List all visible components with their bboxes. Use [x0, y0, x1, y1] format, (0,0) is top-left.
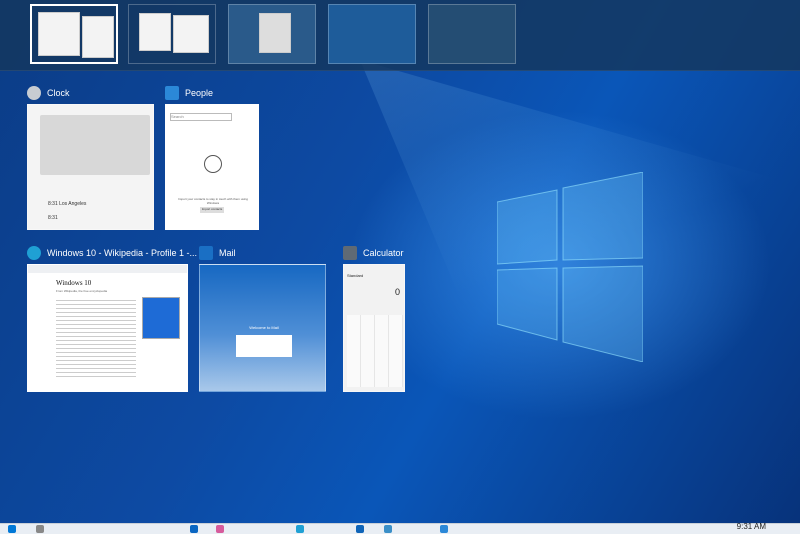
window-title: Windows 10 - Wikipedia - Profile 1 -...	[47, 248, 198, 258]
window-title: Clock	[47, 88, 70, 98]
mail-welcome-text: Welcome to Mail	[249, 325, 279, 330]
mail-account-panel	[236, 335, 292, 357]
clock-icon	[27, 86, 41, 100]
clock-row-place: Los Angeles	[59, 201, 87, 207]
calculator-mode: Standard	[347, 273, 364, 278]
edge-icon	[27, 246, 41, 260]
window-card-calculator[interactable]: Calculator Standard 0	[343, 242, 405, 392]
world-map	[40, 115, 150, 175]
people-icon	[165, 86, 179, 100]
window-title: Calculator	[363, 248, 404, 258]
infobox-image	[142, 297, 180, 339]
mail-taskbar-icon[interactable]	[384, 525, 392, 533]
pinned-app-icon[interactable]	[190, 525, 198, 533]
taskbar: 9:31 AM	[0, 522, 800, 534]
store-taskbar-icon[interactable]	[356, 525, 364, 533]
window-card-people[interactable]: People Search Import your contacts to st…	[165, 82, 259, 230]
people-taskbar-icon[interactable]	[440, 525, 448, 533]
desktop-thumbnail-4[interactable]	[328, 4, 416, 64]
desktop-thumbnail-2[interactable]	[128, 4, 216, 64]
window-header: Windows 10 - Wikipedia - Profile 1 -...	[27, 242, 197, 264]
window-header: People	[165, 82, 213, 104]
wiki-text-block	[56, 297, 136, 377]
window-header: Mail	[199, 242, 236, 264]
contact-circle-icon	[204, 155, 222, 173]
window-card-edge[interactable]: Windows 10 - Wikipedia - Profile 1 -... …	[27, 242, 197, 392]
pinned-app-icon[interactable]	[216, 525, 224, 533]
window-title: People	[185, 88, 214, 98]
window-thumbnail: 8:31 Los Angeles 8:31	[27, 104, 154, 230]
clock-row-time: 8:31	[48, 201, 58, 207]
window-thumbnail: Search Import your contacts to stay in t…	[165, 104, 259, 230]
desktop-thumbnail-1[interactable]	[30, 4, 118, 64]
wiki-heading: Windows 10	[56, 279, 92, 287]
window-card-clock[interactable]: Clock 8:31 Los Angeles 8:31	[27, 82, 154, 230]
people-search-input: Search	[170, 113, 232, 121]
calculator-display: 0	[394, 287, 400, 297]
start-icon[interactable]	[8, 525, 16, 533]
edge-taskbar-icon[interactable]	[296, 525, 304, 533]
mail-icon	[199, 246, 213, 260]
wiki-subheading: From Wikipedia, the free encyclopedia	[56, 289, 108, 293]
desktop-thumbnail-5[interactable]	[428, 4, 516, 64]
window-header: Clock	[27, 82, 70, 104]
search-icon[interactable]	[36, 525, 44, 533]
desktop-thumbnail-3[interactable]	[228, 4, 316, 64]
window-thumbnail: Welcome to Mail	[199, 264, 326, 392]
people-prompt: Import your contacts to stay in touch wi…	[178, 197, 248, 205]
windows-logo	[497, 172, 643, 362]
browser-toolbar	[28, 265, 187, 273]
virtual-desktops-bar	[0, 0, 800, 71]
clock-row-time: 8:31	[48, 215, 58, 221]
calculator-keypad	[347, 315, 403, 387]
calculator-icon	[343, 246, 357, 260]
taskbar-clock[interactable]: 9:31 AM	[737, 522, 766, 531]
window-header: Calculator	[343, 242, 404, 264]
window-title: Mail	[219, 248, 236, 258]
window-thumbnail: Standard 0	[343, 264, 405, 392]
import-contacts-button: Import contacts	[200, 207, 224, 213]
window-thumbnail: Windows 10 From Wikipedia, the free ency…	[27, 264, 188, 392]
window-card-mail[interactable]: Mail Welcome to Mail	[199, 242, 326, 392]
